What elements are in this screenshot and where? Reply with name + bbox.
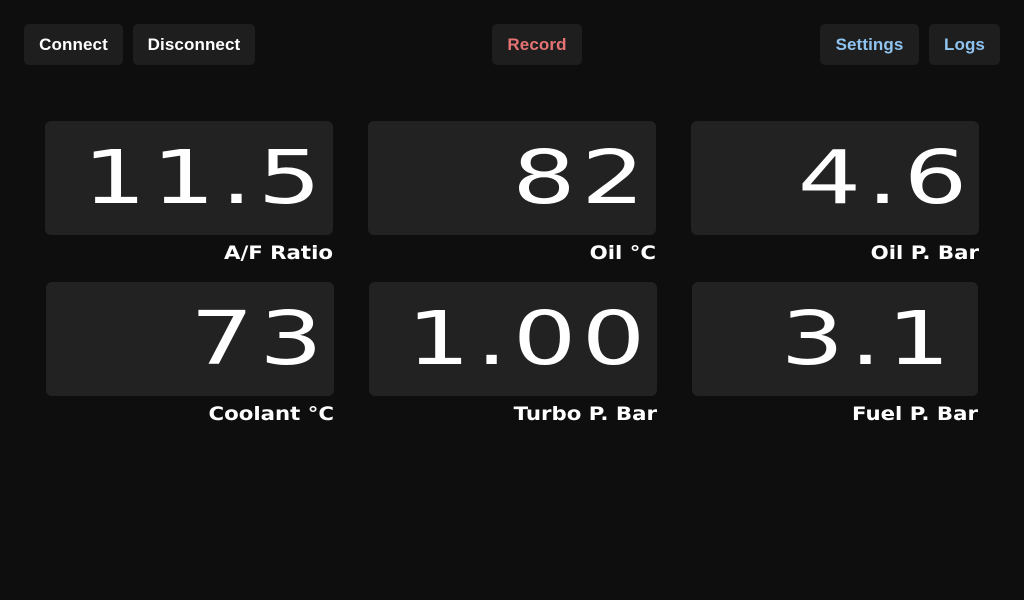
gauge-value: 3.1 [780, 296, 956, 382]
gauge-af-ratio: 11.5 [45, 121, 333, 235]
gauge-label: Fuel P. Bar [851, 403, 978, 425]
gauge-value: 4.6 [797, 135, 973, 221]
logs-button[interactable]: Logs [929, 24, 1000, 65]
gauge-label: A/F Ratio [223, 242, 333, 264]
settings-button[interactable]: Settings [820, 24, 919, 65]
gauge-turbo-pressure: 1.00 [369, 282, 657, 396]
gauge-label: Oil P. Bar [870, 242, 979, 264]
gauge-label: Coolant °C [208, 403, 334, 425]
gauge-coolant-temp: 73 [46, 282, 334, 396]
gauge-value: 82 [512, 135, 650, 221]
gauge-label: Turbo P. Bar [513, 403, 657, 425]
gauge-oil-temp: 82 [368, 121, 656, 235]
gauge-value: 11.5 [82, 135, 327, 221]
disconnect-button[interactable]: Disconnect [133, 24, 255, 65]
gauge-label: Oil °C [589, 242, 656, 264]
connect-button[interactable]: Connect [24, 24, 123, 65]
gauge-fuel-pressure: 3.1 [692, 282, 978, 396]
gauge-value: 1.00 [406, 296, 651, 382]
record-button[interactable]: Record [492, 24, 582, 65]
gauge-value: 73 [190, 296, 328, 382]
gauge-oil-pressure: 4.6 [691, 121, 979, 235]
